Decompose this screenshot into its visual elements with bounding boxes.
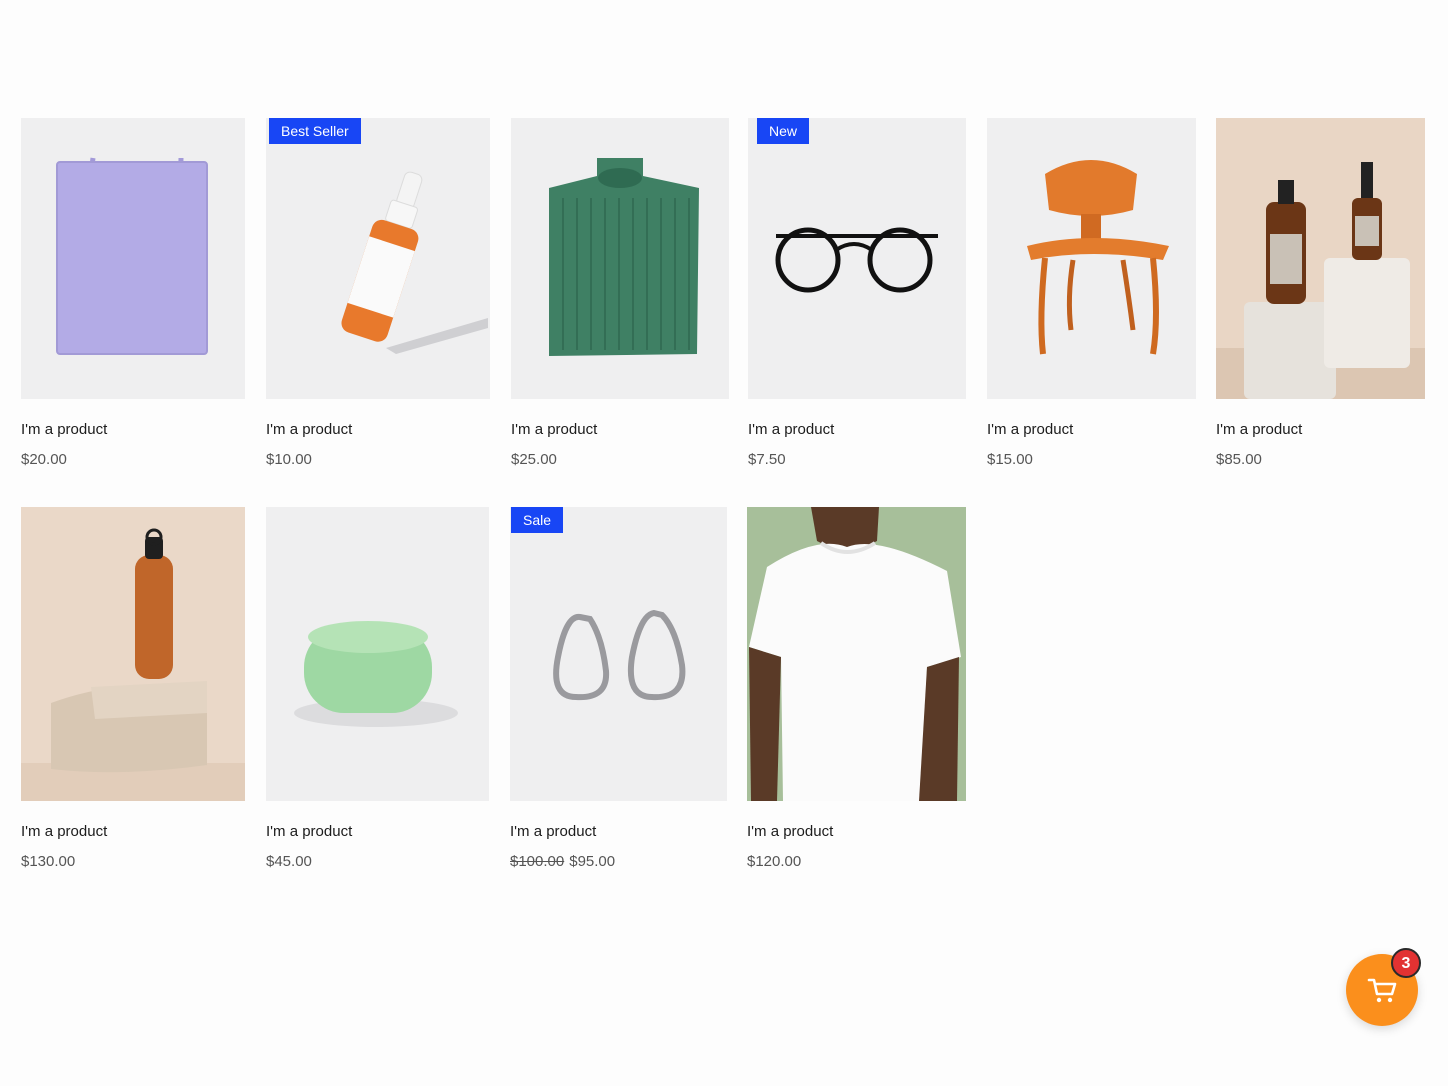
cart-icon xyxy=(1367,978,1397,1003)
product-price: $130.00 xyxy=(21,853,76,870)
product-image-pump-bottles[interactable] xyxy=(1216,118,1425,399)
product-card[interactable]: I'm a product $15.00 xyxy=(987,118,1196,468)
product-name[interactable]: I'm a product xyxy=(21,823,107,840)
product-price: $120.00 xyxy=(747,853,802,870)
product-image-soap[interactable] xyxy=(266,507,489,801)
product-card[interactable]: I'm a product $25.00 xyxy=(511,118,729,468)
product-image-water-bottle[interactable] xyxy=(21,507,245,801)
product-card[interactable]: I'm a product $85.00 xyxy=(1216,118,1425,468)
product-image-chair[interactable] xyxy=(987,118,1196,399)
product-price: $15.00 xyxy=(987,451,1033,468)
product-image-dropper-bottle[interactable]: Best Seller xyxy=(266,118,490,399)
product-image-sweater[interactable] xyxy=(511,118,729,399)
product-name[interactable]: I'm a product xyxy=(1216,421,1302,438)
product-image-eyeglasses[interactable]: New xyxy=(748,118,966,399)
product-name[interactable]: I'm a product xyxy=(511,421,597,438)
product-name[interactable]: I'm a product xyxy=(266,823,352,840)
product-name[interactable]: I'm a product xyxy=(748,421,834,438)
product-name[interactable]: I'm a product xyxy=(747,823,833,840)
badge-new: New xyxy=(757,118,810,144)
product-price: $100.00 $95.00 xyxy=(510,853,615,870)
cart-count-badge: 3 xyxy=(1391,948,1421,978)
product-image-tshirt[interactable] xyxy=(747,507,966,801)
badge-best-seller: Best Seller xyxy=(269,118,361,144)
badge-sale: Sale xyxy=(511,507,564,533)
product-card[interactable]: I'm a product $45.00 xyxy=(266,507,489,870)
product-card[interactable]: I'm a product $120.00 xyxy=(747,507,966,870)
product-name[interactable]: I'm a product xyxy=(510,823,596,840)
product-image-tote-bag[interactable] xyxy=(21,118,245,399)
product-card[interactable]: New I'm a product $7.50 xyxy=(748,118,966,468)
product-name[interactable]: I'm a product xyxy=(987,421,1073,438)
product-price: $25.00 xyxy=(511,451,557,468)
product-price: $7.50 xyxy=(748,451,786,468)
product-name[interactable]: I'm a product xyxy=(266,421,352,438)
product-image-earrings[interactable]: Sale xyxy=(510,507,727,801)
product-name[interactable]: I'm a product xyxy=(21,421,107,438)
product-price: $10.00 xyxy=(266,451,312,468)
sale-price: $95.00 xyxy=(569,853,616,870)
product-card[interactable]: Best Seller I'm a product $10.00 xyxy=(266,118,490,468)
product-price: $45.00 xyxy=(266,853,312,870)
product-card[interactable]: Sale I'm a product $100.00 $95.00 xyxy=(510,507,727,870)
product-card[interactable]: I'm a product $20.00 xyxy=(21,118,245,468)
product-price: $85.00 xyxy=(1216,451,1262,468)
product-price: $20.00 xyxy=(21,451,67,468)
product-card[interactable]: I'm a product $130.00 xyxy=(21,507,245,870)
original-price: $100.00 xyxy=(510,853,565,870)
